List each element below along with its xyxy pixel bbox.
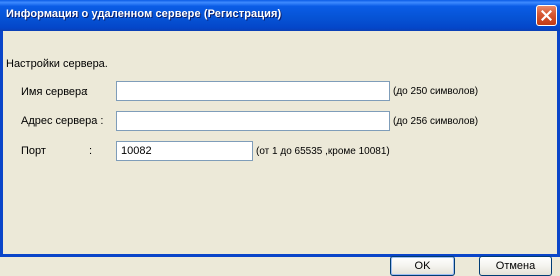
server-name-hint: (до 250 символов) xyxy=(393,86,479,97)
server-name-label: Имя сервера xyxy=(21,86,88,98)
server-address-hint: (до 256 символов) xyxy=(393,116,479,127)
server-name-colon: : xyxy=(85,86,89,98)
port-input[interactable] xyxy=(116,141,253,161)
close-icon xyxy=(541,10,552,21)
server-name-input[interactable] xyxy=(116,81,390,101)
port-colon: : xyxy=(89,145,93,157)
server-info-dialog: Информация о удаленном сервере (Регистра… xyxy=(0,0,560,276)
close-button[interactable] xyxy=(536,5,557,26)
ok-button[interactable]: OK xyxy=(390,256,455,276)
title-bar[interactable]: Информация о удаленном сервере (Регистра… xyxy=(0,0,560,31)
cancel-button[interactable]: Отмена xyxy=(479,256,552,276)
port-hint: (от 1 до 65535 ,кроме 10081) xyxy=(256,146,390,157)
server-address-input[interactable] xyxy=(116,111,390,131)
server-address-label: Адрес сервера : xyxy=(21,115,104,127)
dialog-content: Настройки сервера. Имя сервера : (до 250… xyxy=(3,31,557,276)
window-title: Информация о удаленном сервере (Регистра… xyxy=(6,8,282,20)
port-label: Порт xyxy=(21,145,46,157)
section-title: Настройки сервера. xyxy=(6,58,108,70)
